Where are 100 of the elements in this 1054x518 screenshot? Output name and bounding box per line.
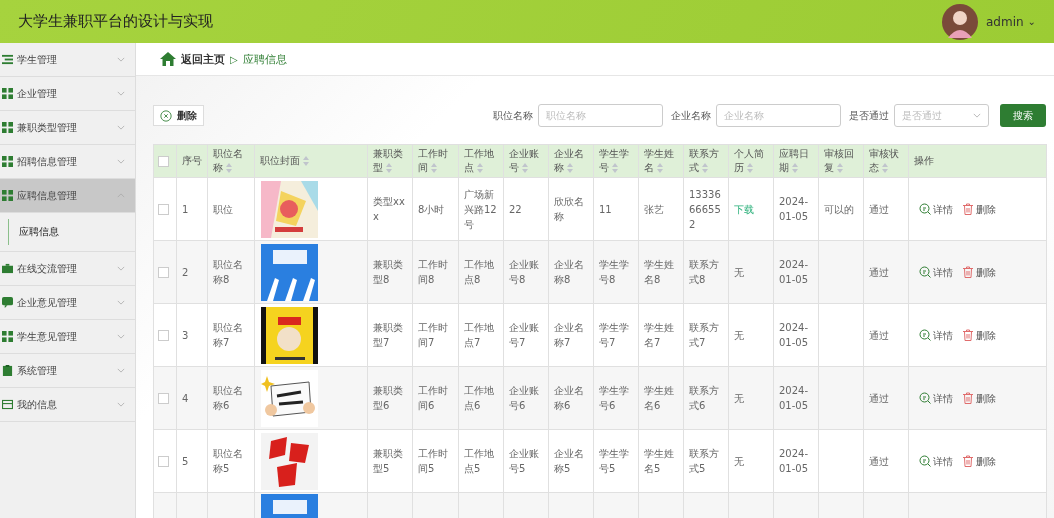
sidebar-item[interactable]: 系统管理 — [0, 354, 135, 388]
column-header[interactable]: 审核回复 — [818, 144, 864, 178]
table-cell: 兼职类型5 — [373, 448, 403, 474]
delete-link[interactable]: 删除 — [962, 201, 996, 217]
table-cell: 通过 — [869, 266, 889, 278]
table-cell: 11 — [599, 203, 612, 215]
table-cell: 22 — [509, 203, 522, 215]
table-cell: 3 — [182, 329, 189, 341]
table-cell: 职位 — [213, 203, 233, 215]
table-cell: 联系方式6 — [689, 385, 719, 411]
column-header[interactable]: 联系方式 — [683, 144, 729, 178]
table-cell: 通过 — [869, 455, 889, 467]
sidebar-item[interactable]: 兼职类型管理 — [0, 111, 135, 145]
table-cell: 兼职类型7 — [373, 322, 403, 348]
table-cell: 联系方式5 — [689, 448, 719, 474]
table-cell: 联系方式7 — [689, 322, 719, 348]
breadcrumb-separator: ▷ — [230, 53, 238, 65]
filter-label: 企业名称 — [671, 108, 711, 123]
table-cell: 2 — [182, 266, 189, 278]
table-cell: 学生学号7 — [599, 322, 629, 348]
column-header[interactable]: 职位名称 — [207, 144, 255, 178]
app-title: 大学生兼职平台的设计与实现 — [18, 12, 213, 31]
table-cell: 企业账号7 — [509, 322, 539, 348]
sidebar-item[interactable]: 应聘信息管理 — [0, 179, 135, 213]
table-cell: 工作时间5 — [418, 448, 448, 474]
filter-label: 职位名称 — [493, 108, 533, 123]
delete-link[interactable]: 删除 — [962, 390, 996, 406]
details-link[interactable]: 详情 — [919, 264, 953, 280]
table-cell: 欣欣名称 — [554, 196, 584, 222]
table-cell: 兼职类型6 — [373, 385, 403, 411]
table-cell: 学生姓名7 — [644, 322, 674, 348]
table-cell: 2024-01-05 — [779, 196, 809, 222]
delete-link[interactable]: 删除 — [962, 453, 996, 469]
table-cell: 2024-01-05 — [779, 322, 809, 348]
column-header[interactable]: 企业账号 — [503, 144, 549, 178]
sidebar-item[interactable]: 学生管理 — [0, 43, 135, 77]
column-header[interactable]: 序号 — [176, 144, 208, 178]
table-cell: 类型xxx — [373, 196, 405, 222]
delete-link[interactable]: 删除 — [962, 327, 996, 343]
sidebar-item[interactable]: 企业意见管理 — [0, 286, 135, 320]
table-cell: 13336666552 — [689, 188, 721, 230]
details-link[interactable]: 详情 — [919, 390, 953, 406]
table-cell: 企业账号5 — [509, 448, 539, 474]
sidebar-item[interactable]: 在线交流管理 — [0, 252, 135, 286]
user-name[interactable]: admin — [986, 14, 1024, 29]
column-header[interactable]: 应聘日期 — [773, 144, 819, 178]
column-header[interactable]: 兼职类型 — [367, 144, 413, 178]
table-cell: 8小时 — [418, 203, 445, 215]
table-cell: 可以的 — [824, 203, 854, 215]
table-cell: 无 — [734, 329, 744, 341]
column-header[interactable]: 个人简历 — [728, 144, 774, 178]
search-button[interactable]: 搜索 — [1000, 104, 1046, 127]
table-cell: 2024-01-05 — [779, 259, 809, 285]
table-cell: 无 — [734, 392, 744, 404]
column-header[interactable]: 工作时间 — [412, 144, 459, 178]
table-cell: 4 — [182, 392, 189, 404]
caret-icon[interactable]: ⌄ — [1027, 16, 1036, 27]
column-header[interactable]: 操作 — [908, 144, 1047, 178]
column-header[interactable]: 企业名称 — [548, 144, 594, 178]
sidebar-item[interactable]: 学生意见管理 — [0, 320, 135, 354]
table-cell: 工作时间8 — [418, 259, 448, 285]
table-cell: 工作时间6 — [418, 385, 448, 411]
delete-link[interactable]: 删除 — [962, 264, 996, 280]
table-cell: 2024-01-05 — [779, 448, 809, 474]
table-cell: 职位名称8 — [213, 259, 243, 285]
table-cell: 企业名称7 — [554, 322, 584, 348]
table-cell: 通过 — [869, 203, 889, 215]
details-link[interactable]: 详情 — [919, 453, 953, 469]
home-link[interactable]: 返回主页 — [181, 51, 225, 67]
table-cell: 职位名称6 — [213, 385, 243, 411]
table-cell: 企业名称5 — [554, 448, 584, 474]
table-cell: 工作地点5 — [464, 448, 494, 474]
sidebar-item[interactable]: 企业管理 — [0, 77, 135, 111]
table-cell: 职位名称5 — [213, 448, 243, 474]
details-link[interactable]: 详情 — [919, 201, 953, 217]
column-header[interactable]: 工作地点 — [458, 144, 504, 178]
table-cell: 企业名称6 — [554, 385, 584, 411]
details-link[interactable]: 详情 — [919, 327, 953, 343]
table-cell: 学生姓名6 — [644, 385, 674, 411]
table-cell: 广场新兴路12号 — [464, 188, 497, 230]
table-cell: 职位名称7 — [213, 322, 243, 348]
table-cell: 学生学号6 — [599, 385, 629, 411]
table-cell: 2024-01-05 — [779, 385, 809, 411]
input-field[interactable]: 企业名称 — [716, 104, 841, 127]
table-cell: 学生学号8 — [599, 259, 629, 285]
sidebar-item[interactable]: 我的信息 — [0, 388, 135, 422]
table-cell: 学生姓名5 — [644, 448, 674, 474]
column-header[interactable]: 学生姓名 — [638, 144, 684, 178]
column-header[interactable]: 审核状态 — [863, 144, 909, 178]
table-cell: 兼职类型8 — [373, 259, 403, 285]
submenu-item[interactable]: 应聘信息 — [8, 219, 135, 245]
table-cell: 企业账号6 — [509, 385, 539, 411]
column-header[interactable]: 学生学号 — [593, 144, 639, 178]
table-cell: 企业名称8 — [554, 259, 584, 285]
table-cell: 工作地点7 — [464, 322, 494, 348]
delete-button[interactable]: 删除 — [153, 105, 204, 126]
table-cell: 5 — [182, 455, 189, 467]
table-cell: 1 — [182, 203, 189, 215]
column-header[interactable]: 职位封面 — [254, 144, 368, 178]
table-cell: 联系方式8 — [689, 259, 719, 285]
